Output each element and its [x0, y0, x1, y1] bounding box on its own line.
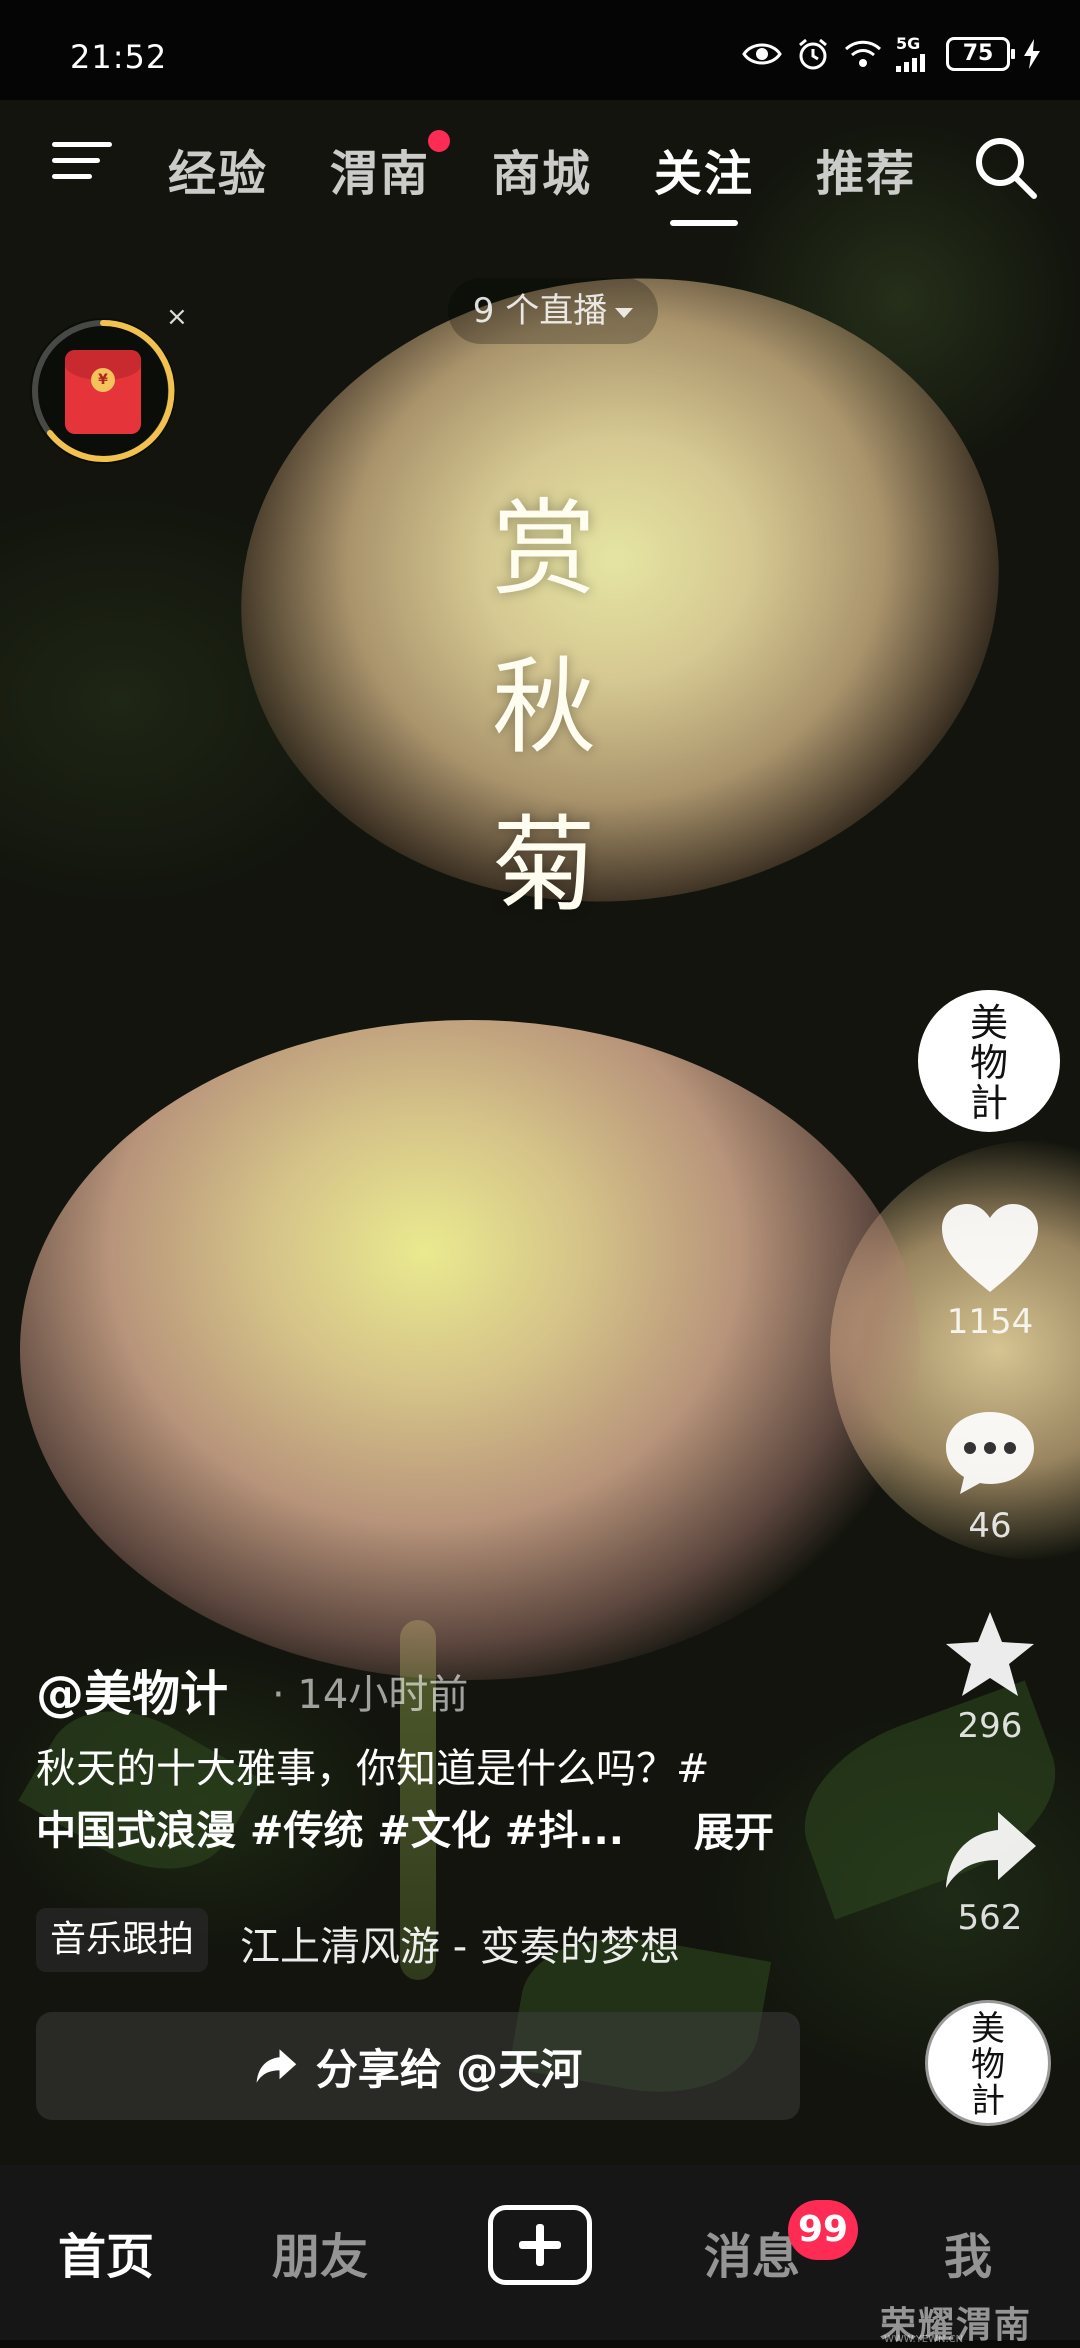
search-icon[interactable] [970, 132, 1040, 202]
share-button[interactable]: 562 [930, 1808, 1050, 1938]
status-bar: 21:52 5G 75 [0, 0, 1080, 100]
nav-messages[interactable]: 消息 [704, 2217, 800, 2287]
like-count: 1154 [946, 1302, 1034, 1342]
nav-friends[interactable]: 朋友 [272, 2217, 368, 2287]
tab-guanzhu[interactable]: 关注 [654, 134, 755, 226]
tab-jingyan[interactable]: 经验 [168, 134, 268, 204]
close-icon[interactable]: × [166, 302, 188, 332]
battery-icon: 75 [946, 37, 1015, 71]
top-nav: 经验 渭南 商城 关注 推荐 [0, 120, 1080, 226]
music-follow-badge[interactable]: 音乐跟拍 [36, 1908, 209, 1972]
tab-label: 关注 [654, 146, 755, 202]
nav-home[interactable]: 首页 [58, 2217, 154, 2287]
comment-count: 46 [968, 1506, 1012, 1546]
live-streams-pill[interactable]: 9 个直播 [448, 278, 658, 344]
author-avatar[interactable]: 美 物 計 [918, 990, 1060, 1132]
red-packet-widget[interactable]: ¥ [30, 318, 176, 464]
share-arrow-icon [256, 2049, 296, 2083]
chevron-down-icon [615, 307, 634, 318]
title-char: 菊 [491, 804, 596, 926]
alarm-icon [799, 38, 827, 70]
battery-level: 75 [962, 41, 994, 66]
active-tab-underline [670, 220, 738, 226]
music-title[interactable]: 江上清风游 - 变奏的梦想 [240, 1914, 680, 1972]
description-text: 秋天的十大雅事，你知道是什么吗？# [36, 1746, 710, 1792]
star-icon [946, 1612, 1034, 1696]
share-arrow-icon [946, 1812, 1036, 1888]
like-button[interactable]: 1154 [930, 1200, 1050, 1342]
author-name[interactable]: @美物计 [36, 1654, 228, 1724]
heart-icon [942, 1204, 1038, 1292]
message-badge: 99 [788, 2200, 858, 2260]
tab-label: 渭南 [330, 146, 431, 202]
notification-dot [428, 130, 451, 152]
tab-tuijian[interactable]: 推荐 [816, 134, 916, 204]
charging-icon [1024, 39, 1040, 69]
favorite-count: 296 [957, 1706, 1023, 1746]
nav-me[interactable]: 我 [944, 2217, 992, 2287]
status-icons: 5G 75 [742, 36, 1040, 72]
tab-weinan[interactable]: 渭南 [330, 130, 451, 204]
menu-icon[interactable] [52, 142, 112, 192]
expand-button[interactable]: 展开 [694, 1800, 774, 1858]
post-time: · 14小时前 [272, 1672, 469, 1718]
signal-icon [896, 54, 925, 72]
wifi-icon [844, 40, 882, 67]
create-post-button[interactable] [488, 2205, 592, 2285]
video-title-overlay: 赏 秋 菊 [484, 470, 604, 944]
comment-button[interactable]: 46 [930, 1406, 1050, 1546]
eye-icon [742, 43, 782, 65]
live-label: 9 个直播 [472, 291, 608, 331]
share-bar-label: 分享给 @天河 [315, 2044, 583, 2094]
share-count: 562 [957, 1898, 1023, 1938]
title-char: 赏 [491, 488, 596, 610]
title-char: 秋 [491, 646, 596, 768]
chrysanthemum-bottom [20, 1020, 920, 1680]
red-envelope-icon: ¥ [65, 350, 141, 434]
favorite-button[interactable]: 296 [930, 1608, 1050, 1746]
share-to-friend-bar[interactable]: 分享给 @天河 [36, 2012, 800, 2120]
status-time: 21:52 [70, 38, 168, 76]
music-disc-avatar[interactable]: 美 物 計 [925, 2000, 1051, 2126]
comment-icon [946, 1412, 1034, 1494]
network-label: 5G [896, 36, 932, 72]
tab-shangcheng[interactable]: 商城 [492, 134, 592, 204]
